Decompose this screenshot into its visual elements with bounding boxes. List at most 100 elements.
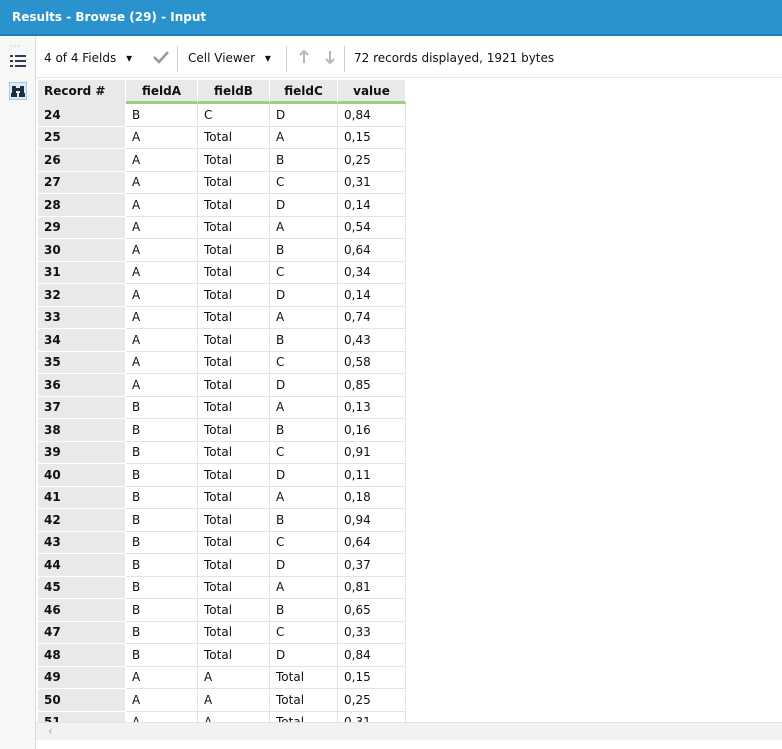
value-cell[interactable]: 0,43 bbox=[338, 329, 406, 352]
table-row[interactable]: 49 A A Total 0,15 bbox=[38, 666, 406, 689]
table-row[interactable]: 44 B Total D 0,37 bbox=[38, 554, 406, 577]
table-row[interactable]: 39 B Total C 0,91 bbox=[38, 441, 406, 464]
fieldB-cell[interactable]: Total bbox=[198, 149, 270, 172]
value-cell[interactable]: 0,37 bbox=[338, 554, 406, 577]
fieldA-cell[interactable]: A bbox=[126, 261, 198, 284]
arrow-up-icon[interactable] bbox=[298, 49, 310, 68]
value-cell[interactable]: 0,25 bbox=[338, 689, 406, 712]
value-cell[interactable]: 0,54 bbox=[338, 216, 406, 239]
fieldB-cell[interactable]: Total bbox=[198, 644, 270, 667]
fieldA-cell[interactable]: B bbox=[126, 464, 198, 487]
record-number-cell[interactable]: 34 bbox=[38, 329, 126, 352]
record-number-cell[interactable]: 35 bbox=[38, 351, 126, 374]
fieldC-cell[interactable]: B bbox=[270, 149, 338, 172]
fieldC-cell[interactable]: C bbox=[270, 531, 338, 554]
fieldC-cell[interactable]: C bbox=[270, 351, 338, 374]
value-cell[interactable]: 0,33 bbox=[338, 621, 406, 644]
fieldA-cell[interactable]: A bbox=[126, 194, 198, 217]
fieldB-cell[interactable]: Total bbox=[198, 329, 270, 352]
fieldB-cell[interactable]: Total bbox=[198, 171, 270, 194]
table-row[interactable]: 34 A Total B 0,43 bbox=[38, 329, 406, 352]
fieldB-cell[interactable]: Total bbox=[198, 126, 270, 149]
table-row[interactable]: 48 B Total D 0,84 bbox=[38, 644, 406, 667]
record-number-cell[interactable]: 38 bbox=[38, 419, 126, 442]
fieldC-cell[interactable]: Total bbox=[270, 666, 338, 689]
fieldC-cell[interactable]: D bbox=[270, 104, 338, 127]
value-cell[interactable]: 0,65 bbox=[338, 599, 406, 622]
fieldC-cell[interactable]: B bbox=[270, 599, 338, 622]
fieldC-cell[interactable]: D bbox=[270, 464, 338, 487]
fieldB-cell[interactable]: Total bbox=[198, 554, 270, 577]
record-number-cell[interactable]: 31 bbox=[38, 261, 126, 284]
table-row[interactable]: 27 A Total C 0,31 bbox=[38, 171, 406, 194]
fieldA-cell[interactable]: B bbox=[126, 104, 198, 127]
column-header-record[interactable]: Record # bbox=[38, 80, 126, 104]
fieldB-cell[interactable]: Total bbox=[198, 216, 270, 239]
table-row[interactable]: 43 B Total C 0,64 bbox=[38, 531, 406, 554]
table-row[interactable]: 50 A A Total 0,25 bbox=[38, 689, 406, 712]
table-row[interactable]: 38 B Total B 0,16 bbox=[38, 419, 406, 442]
table-row[interactable]: 25 A Total A 0,15 bbox=[38, 126, 406, 149]
fieldA-cell[interactable]: A bbox=[126, 329, 198, 352]
value-cell[interactable]: 0,94 bbox=[338, 509, 406, 532]
fieldC-cell[interactable]: D bbox=[270, 194, 338, 217]
value-cell[interactable]: 0,74 bbox=[338, 306, 406, 329]
record-number-cell[interactable]: 39 bbox=[38, 441, 126, 464]
arrow-down-icon[interactable] bbox=[324, 49, 336, 68]
table-row[interactable]: 31 A Total C 0,34 bbox=[38, 261, 406, 284]
fieldB-cell[interactable]: Total bbox=[198, 509, 270, 532]
record-number-cell[interactable]: 40 bbox=[38, 464, 126, 487]
fieldB-cell[interactable]: A bbox=[198, 711, 270, 722]
value-cell[interactable]: 0,16 bbox=[338, 419, 406, 442]
table-row[interactable]: 45 B Total A 0,81 bbox=[38, 576, 406, 599]
table-row[interactable]: 41 B Total A 0,18 bbox=[38, 486, 406, 509]
fieldC-cell[interactable]: D bbox=[270, 374, 338, 397]
table-row[interactable]: 46 B Total B 0,65 bbox=[38, 599, 406, 622]
record-number-cell[interactable]: 48 bbox=[38, 644, 126, 667]
record-number-cell[interactable]: 43 bbox=[38, 531, 126, 554]
fieldA-cell[interactable]: B bbox=[126, 509, 198, 532]
table-row[interactable]: 28 A Total D 0,14 bbox=[38, 194, 406, 217]
record-number-cell[interactable]: 36 bbox=[38, 374, 126, 397]
column-header-fieldC[interactable]: fieldC bbox=[270, 80, 338, 104]
record-number-cell[interactable]: 47 bbox=[38, 621, 126, 644]
fieldB-cell[interactable]: Total bbox=[198, 441, 270, 464]
fieldB-cell[interactable]: Total bbox=[198, 351, 270, 374]
fieldB-cell[interactable]: Total bbox=[198, 239, 270, 262]
value-cell[interactable]: 0,13 bbox=[338, 396, 406, 419]
chevron-down-icon[interactable]: ▾ bbox=[265, 51, 271, 65]
fieldB-cell[interactable]: Total bbox=[198, 599, 270, 622]
fieldA-cell[interactable]: B bbox=[126, 644, 198, 667]
value-cell[interactable]: 0,11 bbox=[338, 464, 406, 487]
fieldC-cell[interactable]: D bbox=[270, 284, 338, 307]
fieldC-cell[interactable]: C bbox=[270, 441, 338, 464]
fieldA-cell[interactable]: A bbox=[126, 351, 198, 374]
fieldA-cell[interactable]: B bbox=[126, 554, 198, 577]
fieldB-cell[interactable]: Total bbox=[198, 194, 270, 217]
fieldB-cell[interactable]: Total bbox=[198, 486, 270, 509]
fieldC-cell[interactable]: D bbox=[270, 644, 338, 667]
fieldB-cell[interactable]: C bbox=[198, 104, 270, 127]
fieldB-cell[interactable]: A bbox=[198, 689, 270, 712]
record-number-cell[interactable]: 51 bbox=[38, 711, 126, 722]
fieldA-cell[interactable]: A bbox=[126, 666, 198, 689]
record-number-cell[interactable]: 32 bbox=[38, 284, 126, 307]
fieldA-cell[interactable]: A bbox=[126, 239, 198, 262]
check-icon[interactable] bbox=[152, 49, 170, 68]
fieldC-cell[interactable]: A bbox=[270, 576, 338, 599]
fieldC-cell[interactable]: B bbox=[270, 419, 338, 442]
fieldA-cell[interactable]: B bbox=[126, 419, 198, 442]
fieldB-cell[interactable]: A bbox=[198, 666, 270, 689]
fields-selector[interactable]: 4 of 4 Fields ▾ bbox=[44, 51, 132, 65]
record-number-cell[interactable]: 46 bbox=[38, 599, 126, 622]
record-number-cell[interactable]: 44 bbox=[38, 554, 126, 577]
record-number-cell[interactable]: 25 bbox=[38, 126, 126, 149]
table-row[interactable]: 36 A Total D 0,85 bbox=[38, 374, 406, 397]
record-number-cell[interactable]: 45 bbox=[38, 576, 126, 599]
fieldB-cell[interactable]: Total bbox=[198, 396, 270, 419]
fieldA-cell[interactable]: A bbox=[126, 306, 198, 329]
fieldC-cell[interactable]: B bbox=[270, 509, 338, 532]
cell-viewer-selector[interactable]: Cell Viewer ▾ bbox=[188, 51, 271, 65]
value-cell[interactable]: 0,15 bbox=[338, 126, 406, 149]
record-number-cell[interactable]: 49 bbox=[38, 666, 126, 689]
